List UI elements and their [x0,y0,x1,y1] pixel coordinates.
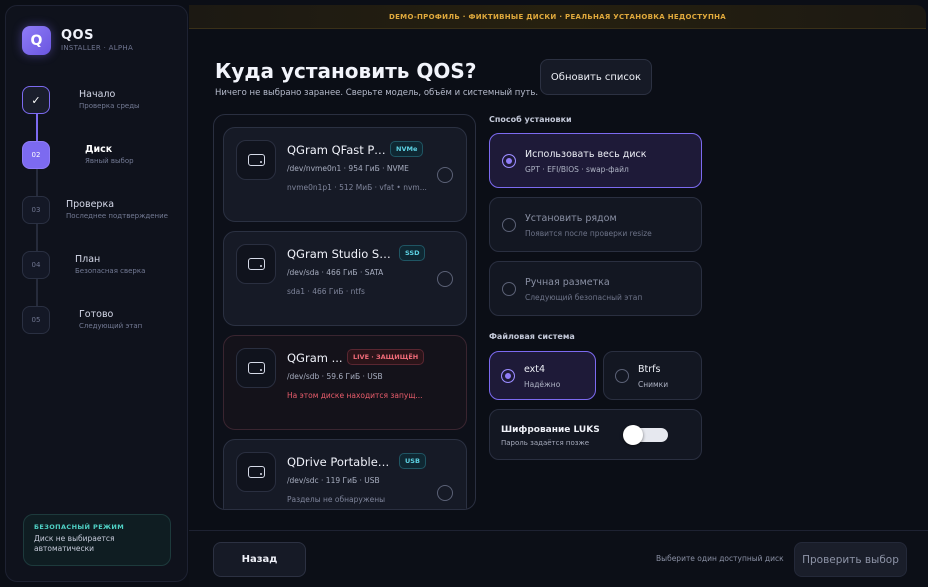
option-whole-disk[interactable]: Использовать весь диск GPT · EFI/BIOS · … [489,133,702,188]
safe-mode-title: БЕЗОПАСНЫЙ РЕЖИМ [34,523,125,531]
disk-radio[interactable] [437,167,453,183]
step-done: 05 Готово Следующий этап [22,306,182,334]
radio [502,218,516,232]
fs-title: Btrfs [638,364,661,375]
step-title: Проверка [66,198,115,210]
disk-list[interactable]: QGram QFast Pr... NVMe /dev/nvme0n1 · 95… [213,114,476,510]
check-icon: ✓ [22,86,50,114]
radio[interactable] [615,369,629,383]
toggle-knob [623,425,643,445]
option-install-alongside: Установить рядом Появится после проверки… [489,197,702,252]
back-button[interactable]: Назад [213,542,306,577]
disk-partitions: sda1 · 466 ГиБ · ntfs [287,287,365,296]
step-subtitle: Проверка среды [79,101,140,110]
qos-logo: Q [22,26,51,55]
disk-meta: /dev/sdc · 119 ГиБ · USB [287,476,380,485]
disk-card-sdb: QGram ... LIVE · ЗАЩИЩЁН /dev/sdb · 59.6… [223,335,467,430]
drive-icon [236,348,276,388]
fs-subtitle: Снимки [638,380,669,389]
drive-icon [236,140,276,180]
drive-icon [236,244,276,284]
disk-type-badge: USB [399,453,426,469]
step-subtitle: Безопасная сверка [75,266,146,275]
step-start: ✓ Начало Проверка среды [22,86,182,114]
disk-name: QDrive Portable S... [287,455,392,469]
disk-name: QGram Studio SSD [287,247,392,261]
drive-icon [236,452,276,492]
option-subtitle: GPT · EFI/BIOS · swap-файл [525,165,629,174]
disk-meta: /dev/sdb · 59.6 ГиБ · USB [287,372,383,381]
page-title: Куда установить QOS? [215,59,477,83]
brand-subtitle: INSTALLER · ALPHA [61,43,134,52]
disk-radio[interactable] [437,271,453,287]
disk-name: QGram ... [287,351,343,365]
safe-mode-notice: БЕЗОПАСНЫЙ РЕЖИМ Диск не выбирается авто… [23,514,171,566]
option-subtitle: Появится после проверки resize [525,229,652,238]
disk-warning: На этом диске находится запущ... [287,391,423,400]
radio-selected[interactable] [502,154,516,168]
step-number: 03 [22,196,50,224]
option-title: Ручная разметка [525,277,610,288]
option-manual-partitioning: Ручная разметка Следующий безопасный эта… [489,261,702,316]
luks-subtitle: Пароль задаётся позже [501,439,590,447]
filesystem-label: Файловая система [489,332,575,341]
step-number: 04 [22,251,50,279]
disk-partitions: Разделы не обнаружены [287,495,386,504]
page-subtitle: Ничего не выбрано заранее. Сверьте модел… [215,88,539,98]
disk-radio[interactable] [437,485,453,501]
luks-title: Шифрование LUKS [501,425,600,435]
step-number: 02 [22,141,50,169]
radio [502,282,516,296]
step-title: План [75,253,101,265]
step-subtitle: Явный выбор [85,156,134,165]
luks-toggle[interactable] [623,425,668,445]
disk-partitions: nvme0n1p1 · 512 МиБ · vfat • nvm... [287,183,427,192]
disk-meta: /dev/nvme0n1 · 954 ГиБ · NVME [287,164,409,173]
radio-selected[interactable] [501,369,515,383]
option-title: Установить рядом [525,213,617,224]
brand-title: QOS [61,27,94,43]
safe-mode-text: Диск не выбирается автоматически [34,534,115,553]
fs-title: ext4 [524,364,546,375]
sidebar: Q QOS INSTALLER · ALPHA ✓ Начало Проверк… [5,5,188,582]
fs-option-btrfs[interactable]: Btrfs Снимки [603,351,702,400]
step-title: Диск [85,143,113,155]
fs-option-ext4[interactable]: ext4 Надёжно [489,351,596,400]
step-check: 03 Проверка Последнее подтверждение [22,196,182,224]
disk-name: QGram QFast Pr... [287,143,387,157]
disk-card-sdc[interactable]: QDrive Portable S... USB /dev/sdc · 119 … [223,439,467,509]
step-subtitle: Последнее подтверждение [66,211,168,220]
option-title: Использовать весь диск [525,149,647,160]
install-method-label: Способ установки [489,115,572,124]
luks-encryption: Шифрование LUKS Пароль задаётся позже [489,409,702,460]
disk-type-badge: SSD [399,245,426,261]
refresh-list-button[interactable]: Обновить список [540,59,652,95]
main-panel: DEMO-ПРОФИЛЬ · ФИКТИВНЫЕ ДИСКИ · РЕАЛЬНА… [189,5,928,587]
step-number: 05 [22,306,50,334]
step-title: Готово [79,308,114,320]
step-title: Начало [79,88,116,100]
demo-banner: DEMO-ПРОФИЛЬ · ФИКТИВНЫЕ ДИСКИ · РЕАЛЬНА… [189,5,926,29]
step-subtitle: Следующий этап [79,321,143,330]
check-selection-button[interactable]: Проверить выбор [794,542,907,577]
option-subtitle: Следующий безопасный этап [525,293,643,302]
step-disk: 02 Диск Явный выбор [22,141,182,169]
footer: Назад Выберите один доступный диск Прове… [189,530,928,587]
disk-type-badge: NVMe [390,141,424,157]
fs-subtitle: Надёжно [524,380,561,389]
live-protected-badge: LIVE · ЗАЩИЩЁН [347,349,425,365]
disk-meta: /dev/sda · 466 ГиБ · SATA [287,268,384,277]
footer-hint: Выберите один доступный диск [656,554,784,563]
brand: Q QOS INSTALLER · ALPHA [22,26,133,55]
step-plan: 04 План Безопасная сверка [22,251,182,279]
disk-card-nvme0n1[interactable]: QGram QFast Pr... NVMe /dev/nvme0n1 · 95… [223,127,467,222]
disk-card-sda[interactable]: QGram Studio SSD SSD /dev/sda · 466 ГиБ … [223,231,467,326]
